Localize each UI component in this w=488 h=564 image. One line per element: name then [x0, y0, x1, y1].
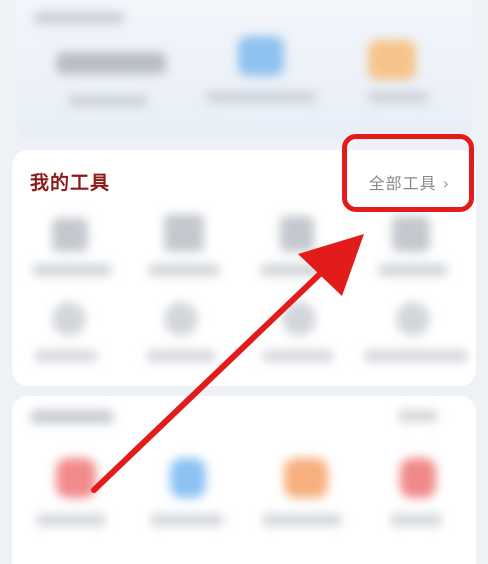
app-screen: 我的工具 全部工具 ›	[0, 0, 488, 564]
red-arrow-annotation	[91, 234, 364, 493]
